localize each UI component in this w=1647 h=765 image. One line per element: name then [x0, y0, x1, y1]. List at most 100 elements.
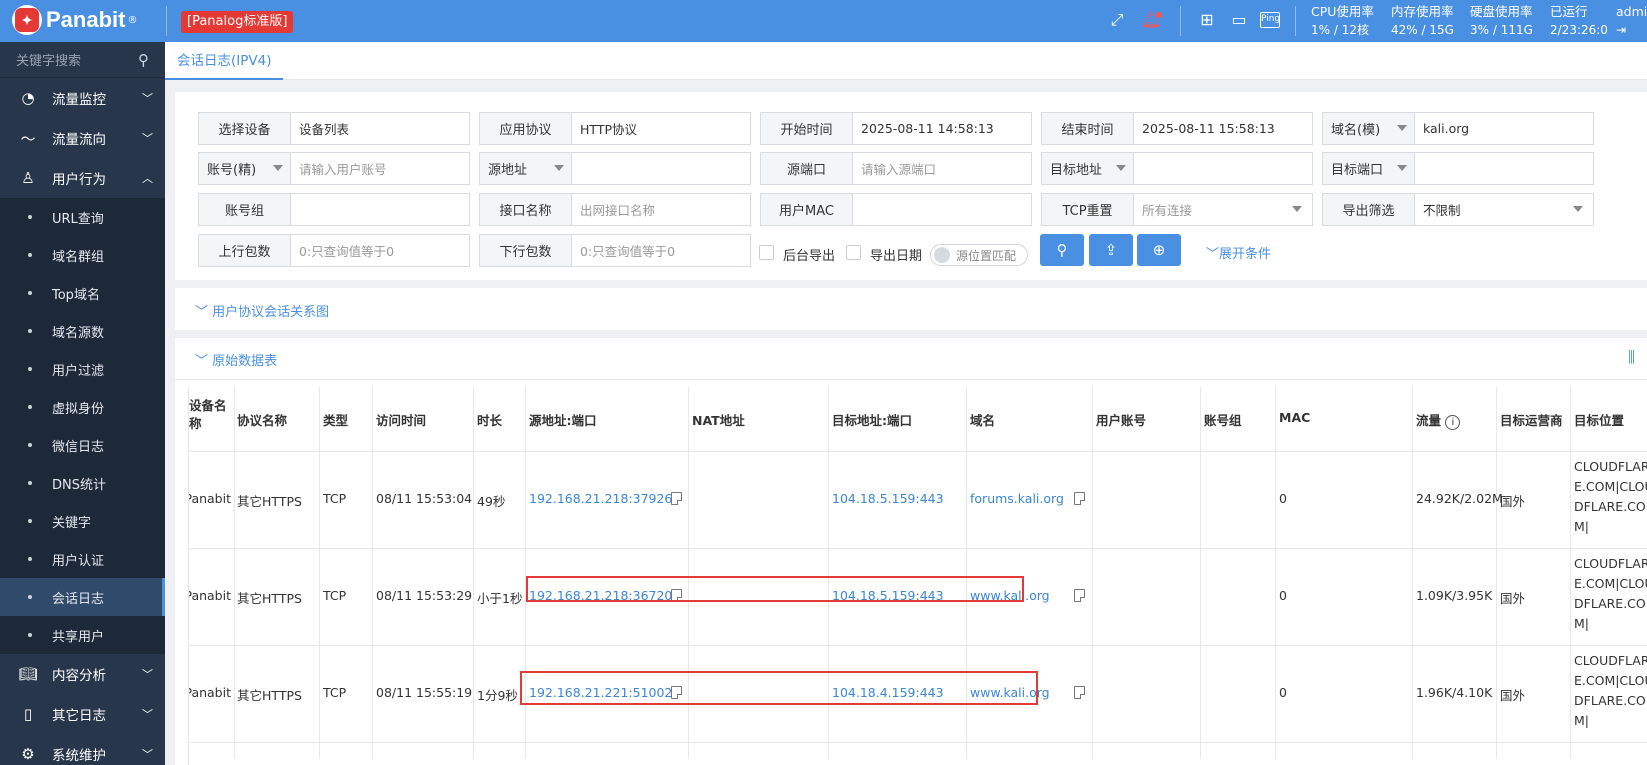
- menu-user-behavior[interactable]: ♙ 用户行为 ︿: [0, 158, 165, 198]
- sidebar-item-session-log[interactable]: 会话日志: [0, 578, 165, 616]
- domain-link[interactable]: forums.kali.org: [970, 491, 1064, 506]
- col-domain[interactable]: 域名: [970, 410, 995, 429]
- col-device[interactable]: 设备名称: [189, 397, 231, 433]
- download-packets-field[interactable]: 下行包数 0:只查询值等于0: [479, 234, 751, 267]
- start-time-input[interactable]: 2025-08-11 14:58:13: [853, 113, 1031, 144]
- tcp-reset-field[interactable]: TCP重置 所有连接: [1041, 193, 1313, 226]
- monitor-icon[interactable]: ▭: [1228, 10, 1250, 30]
- copy-note-icon[interactable]: [1074, 589, 1085, 602]
- expand-conditions-link[interactable]: ﹀展开条件: [1206, 243, 1271, 262]
- raw-data-title[interactable]: ﹀ 原始数据表: [195, 350, 277, 369]
- source-address-field[interactable]: 源地址: [479, 152, 751, 185]
- tab-session-log-ipv4[interactable]: 会话日志(IPV4): [165, 42, 284, 80]
- column-settings-icon[interactable]: ⫼: [1628, 348, 1635, 366]
- menu-traffic-flow[interactable]: 〜 流量流向 ﹀: [0, 118, 165, 158]
- download-packets-input[interactable]: 0:只查询值等于0: [572, 235, 750, 266]
- user-mac-field[interactable]: 用户MAC: [760, 193, 1032, 226]
- upload-packets-input[interactable]: 0:只查询值等于0: [291, 235, 469, 266]
- sidebar-item-domain-sources[interactable]: 域名源数: [0, 312, 165, 350]
- interface-name-input[interactable]: 出网接口名称: [572, 194, 750, 225]
- menu-other-logs[interactable]: ▯ 其它日志 ﹀: [0, 694, 165, 734]
- sidebar-item-url-query[interactable]: URL查询: [0, 198, 165, 236]
- logout-icon[interactable]: ⇥: [1616, 21, 1647, 39]
- sidebar-item-dns-stats[interactable]: DNS统计: [0, 464, 165, 502]
- account-mode-select[interactable]: 账号(精): [199, 153, 291, 184]
- account-input[interactable]: 请输入用户账号: [291, 153, 469, 184]
- menu-traffic-monitor[interactable]: ◔ 流量监控 ﹀: [0, 78, 165, 118]
- col-source[interactable]: 源地址:端口: [529, 410, 597, 429]
- source-port-field[interactable]: 源端口 请输入源端口: [760, 152, 1032, 185]
- col-duration[interactable]: 时长: [477, 410, 502, 429]
- col-nat[interactable]: NAT地址: [692, 410, 745, 429]
- account-field[interactable]: 账号(精) 请输入用户账号: [198, 152, 470, 185]
- col-traffic[interactable]: 流量 i: [1416, 410, 1461, 430]
- search-icon[interactable]: ⚲: [138, 51, 149, 69]
- interface-name-field[interactable]: 接口名称 出网接口名称: [479, 193, 751, 226]
- sidebar-item-shared-users[interactable]: 共享用户: [0, 616, 165, 654]
- col-dest-location[interactable]: 目标位置: [1574, 410, 1624, 429]
- download-button[interactable]: ⊕: [1137, 234, 1181, 266]
- col-protocol[interactable]: 协议名称: [237, 410, 287, 429]
- col-mac[interactable]: MAC: [1279, 410, 1310, 425]
- end-time-input[interactable]: 2025-08-11 15:58:13: [1134, 113, 1312, 144]
- dest-port-field[interactable]: 目标端口: [1322, 152, 1594, 185]
- search-input[interactable]: 关键字搜索: [16, 50, 81, 69]
- domain-mode-select[interactable]: 域名(模): [1323, 113, 1415, 144]
- apps-icon[interactable]: ⊞: [1196, 10, 1218, 30]
- bell-icon[interactable]: 🔔︎: [1140, 10, 1162, 30]
- device-select-field[interactable]: 选择设备 设备列表: [198, 112, 470, 145]
- sidebar-item-keywords[interactable]: 关键字: [0, 502, 165, 540]
- sidebar-item-virtual-identity[interactable]: 虚拟身份: [0, 388, 165, 426]
- raw-data-section[interactable]: ﹀ 原始数据表 ⫼: [175, 338, 1647, 380]
- col-type[interactable]: 类型: [323, 410, 348, 429]
- tcp-reset-select[interactable]: 所有连接: [1134, 194, 1312, 225]
- sidebar-item-wechat-log[interactable]: 微信日志: [0, 426, 165, 464]
- col-account-group[interactable]: 账号组: [1204, 410, 1242, 429]
- menu-system-maintenance[interactable]: ⚙ 系统维护 ﹀: [0, 734, 165, 765]
- background-export-checkbox[interactable]: [759, 245, 774, 260]
- sidebar-search[interactable]: 关键字搜索 ⚲: [0, 42, 165, 78]
- start-time-field[interactable]: 开始时间 2025-08-11 14:58:13: [760, 112, 1032, 145]
- export-filter-field[interactable]: 导出筛选 不限制: [1322, 193, 1594, 226]
- sidebar-item-top-domains[interactable]: Top域名: [0, 274, 165, 312]
- source-address-input[interactable]: [572, 153, 750, 184]
- domain-input[interactable]: kali.org: [1415, 113, 1593, 144]
- end-time-field[interactable]: 结束时间 2025-08-11 15:58:13: [1041, 112, 1313, 145]
- dest-address-input[interactable]: [1134, 153, 1312, 184]
- app-protocol-input[interactable]: HTTP协议: [572, 113, 750, 144]
- relation-graph-title[interactable]: ﹀ 用户协议会话关系图: [195, 301, 329, 320]
- sidebar-item-user-auth[interactable]: 用户认证: [0, 540, 165, 578]
- fullscreen-icon[interactable]: ⤢: [1106, 10, 1128, 30]
- col-access-time[interactable]: 访问时间: [376, 410, 426, 429]
- col-dest-isp[interactable]: 目标运营商: [1500, 410, 1563, 429]
- copy-note-icon[interactable]: [671, 492, 682, 505]
- source-location-match-toggle[interactable]: 源位置匹配: [930, 244, 1028, 266]
- source-port-input[interactable]: 请输入源端口: [853, 153, 1031, 184]
- sidebar-item-user-filter[interactable]: 用户过滤: [0, 350, 165, 388]
- account-group-field[interactable]: 账号组: [198, 193, 470, 226]
- source-address-select[interactable]: 源地址: [480, 153, 572, 184]
- dest-address-select[interactable]: 目标地址: [1042, 153, 1134, 184]
- user-menu[interactable]: admi ⇥: [1616, 3, 1647, 39]
- col-user-account[interactable]: 用户账号: [1096, 410, 1146, 429]
- copy-note-icon[interactable]: [1074, 492, 1085, 505]
- source-address-link[interactable]: 192.168.21.218:37926: [529, 491, 672, 506]
- copy-note-icon[interactable]: [1074, 686, 1085, 699]
- dest-address-link[interactable]: 104.18.5.159:443: [832, 491, 944, 506]
- domain-field[interactable]: 域名(模) kali.org: [1322, 112, 1594, 145]
- col-destination[interactable]: 目标地址:端口: [832, 410, 912, 429]
- app-protocol-field[interactable]: 应用协议 HTTP协议: [479, 112, 751, 145]
- dest-port-input[interactable]: [1415, 153, 1593, 184]
- export-button[interactable]: ⇪: [1089, 234, 1133, 266]
- upload-packets-field[interactable]: 上行包数 0:只查询值等于0: [198, 234, 470, 267]
- relation-graph-section[interactable]: ﹀ 用户协议会话关系图: [175, 288, 1647, 330]
- info-icon[interactable]: i: [1445, 415, 1461, 430]
- account-group-input[interactable]: [291, 194, 469, 225]
- ping-icon[interactable]: Ping: [1260, 12, 1280, 28]
- export-date-checkbox[interactable]: [846, 245, 861, 260]
- search-button[interactable]: ⚲: [1040, 234, 1084, 266]
- menu-content-analysis[interactable]: 📖︎ 内容分析 ﹀: [0, 654, 165, 694]
- sidebar-item-domain-groups[interactable]: 域名群组: [0, 236, 165, 274]
- dest-port-select[interactable]: 目标端口: [1323, 153, 1415, 184]
- device-select[interactable]: 设备列表: [291, 113, 469, 144]
